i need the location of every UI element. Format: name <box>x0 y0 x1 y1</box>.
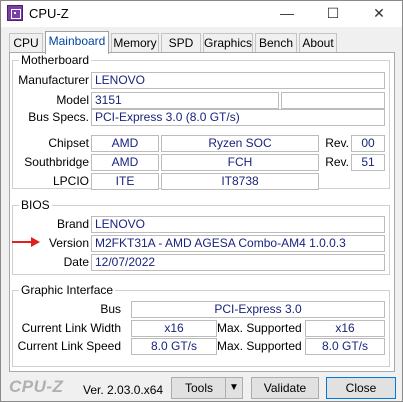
maximize-icon[interactable]: ☐ <box>311 1 355 27</box>
bus-specs-label: Bus Specs. <box>28 110 89 124</box>
mainboard-panel: Motherboard Manufacturer LENOVO Model 31… <box>9 52 395 372</box>
tab-mainboard[interactable]: Mainboard <box>45 31 109 54</box>
bios-group: BIOS Brand LENOVO Version M2FKT31A - AMD… <box>12 198 390 275</box>
lpcio-model-field: IT8738 <box>161 173 319 190</box>
cpu-z-brand-logo: CPU-Z <box>9 377 64 396</box>
lpcio-vendor-field: ITE <box>91 173 159 190</box>
tab-graphics[interactable]: Graphics <box>203 33 253 53</box>
close-button[interactable]: Close <box>326 377 396 399</box>
title-bar: CPU-Z — ☐ ✕ <box>1 1 402 27</box>
tab-about[interactable]: About <box>299 33 337 53</box>
cpu-z-app-icon <box>7 5 23 21</box>
max-supported-speed-label: Max. Supported <box>217 339 302 353</box>
current-link-width-field: x16 <box>131 320 217 337</box>
southbridge-model-field: FCH <box>161 154 319 171</box>
motherboard-group: Motherboard Manufacturer LENOVO Model 31… <box>12 53 390 190</box>
tab-cpu[interactable]: CPU <box>9 33 43 53</box>
bios-date-field: 12/07/2022 <box>91 254 385 271</box>
gi-bus-field: PCI-Express 3.0 <box>131 301 385 318</box>
graphic-interface-group: Graphic Interface Bus PCI-Express 3.0 Cu… <box>12 283 390 367</box>
chipset-rev-field: 00 <box>351 135 385 152</box>
southbridge-vendor-field: AMD <box>91 154 159 171</box>
southbridge-rev-field: 51 <box>351 154 385 171</box>
current-link-speed-label: Current Link Speed <box>17 339 121 353</box>
manufacturer-label: Manufacturer <box>18 73 89 87</box>
tools-button[interactable]: Tools <box>171 377 227 399</box>
version-text: Ver. 2.03.0.x64 <box>83 383 164 397</box>
chipset-vendor-field: AMD <box>91 135 159 152</box>
bus-specs-field: PCI-Express 3.0 (8.0 GT/s) <box>91 109 385 126</box>
validate-button[interactable]: Validate <box>251 377 319 399</box>
max-supported-width-label: Max. Supported <box>217 321 302 335</box>
chipset-label: Chipset <box>48 136 89 150</box>
window-title: CPU-Z <box>29 6 69 21</box>
minimize-icon[interactable]: — <box>265 1 309 27</box>
tools-dropdown-icon[interactable]: ▼ <box>225 377 243 399</box>
graphic-interface-legend: Graphic Interface <box>19 283 116 297</box>
motherboard-legend: Motherboard <box>19 53 92 67</box>
red-arrow-icon <box>12 237 40 247</box>
gi-bus-label: Bus <box>100 302 121 316</box>
bios-legend: BIOS <box>19 198 52 212</box>
max-supported-speed-field: 8.0 GT/s <box>305 338 385 355</box>
southbridge-rev-label: Rev. <box>325 155 349 169</box>
lpcio-label: LPCIO <box>52 174 89 188</box>
bios-brand-label: Brand <box>56 217 89 231</box>
cpu-z-window: CPU-Z — ☐ ✕ CPU Mainboard Memory SPD Gra… <box>0 0 403 402</box>
model-label: Model <box>56 93 89 107</box>
tab-memory[interactable]: Memory <box>111 33 159 53</box>
model-field: 3151 <box>91 92 279 109</box>
current-link-width-label: Current Link Width <box>21 321 121 335</box>
current-link-speed-field: 8.0 GT/s <box>131 338 217 355</box>
manufacturer-field: LENOVO <box>91 72 385 89</box>
close-icon[interactable]: ✕ <box>357 1 401 27</box>
bios-version-field: M2FKT31A - AMD AGESA Combo-AM4 1.0.0.3 <box>91 235 385 252</box>
southbridge-label: Southbridge <box>24 155 89 169</box>
chipset-rev-label: Rev. <box>325 136 349 150</box>
bios-brand-field: LENOVO <box>91 216 385 233</box>
model-extra-field <box>281 92 385 109</box>
chipset-model-field: Ryzen SOC <box>161 135 319 152</box>
max-supported-width-field: x16 <box>305 320 385 337</box>
bios-date-label: Date <box>63 255 89 269</box>
tab-spd[interactable]: SPD <box>161 33 201 53</box>
tab-bench[interactable]: Bench <box>255 33 297 53</box>
